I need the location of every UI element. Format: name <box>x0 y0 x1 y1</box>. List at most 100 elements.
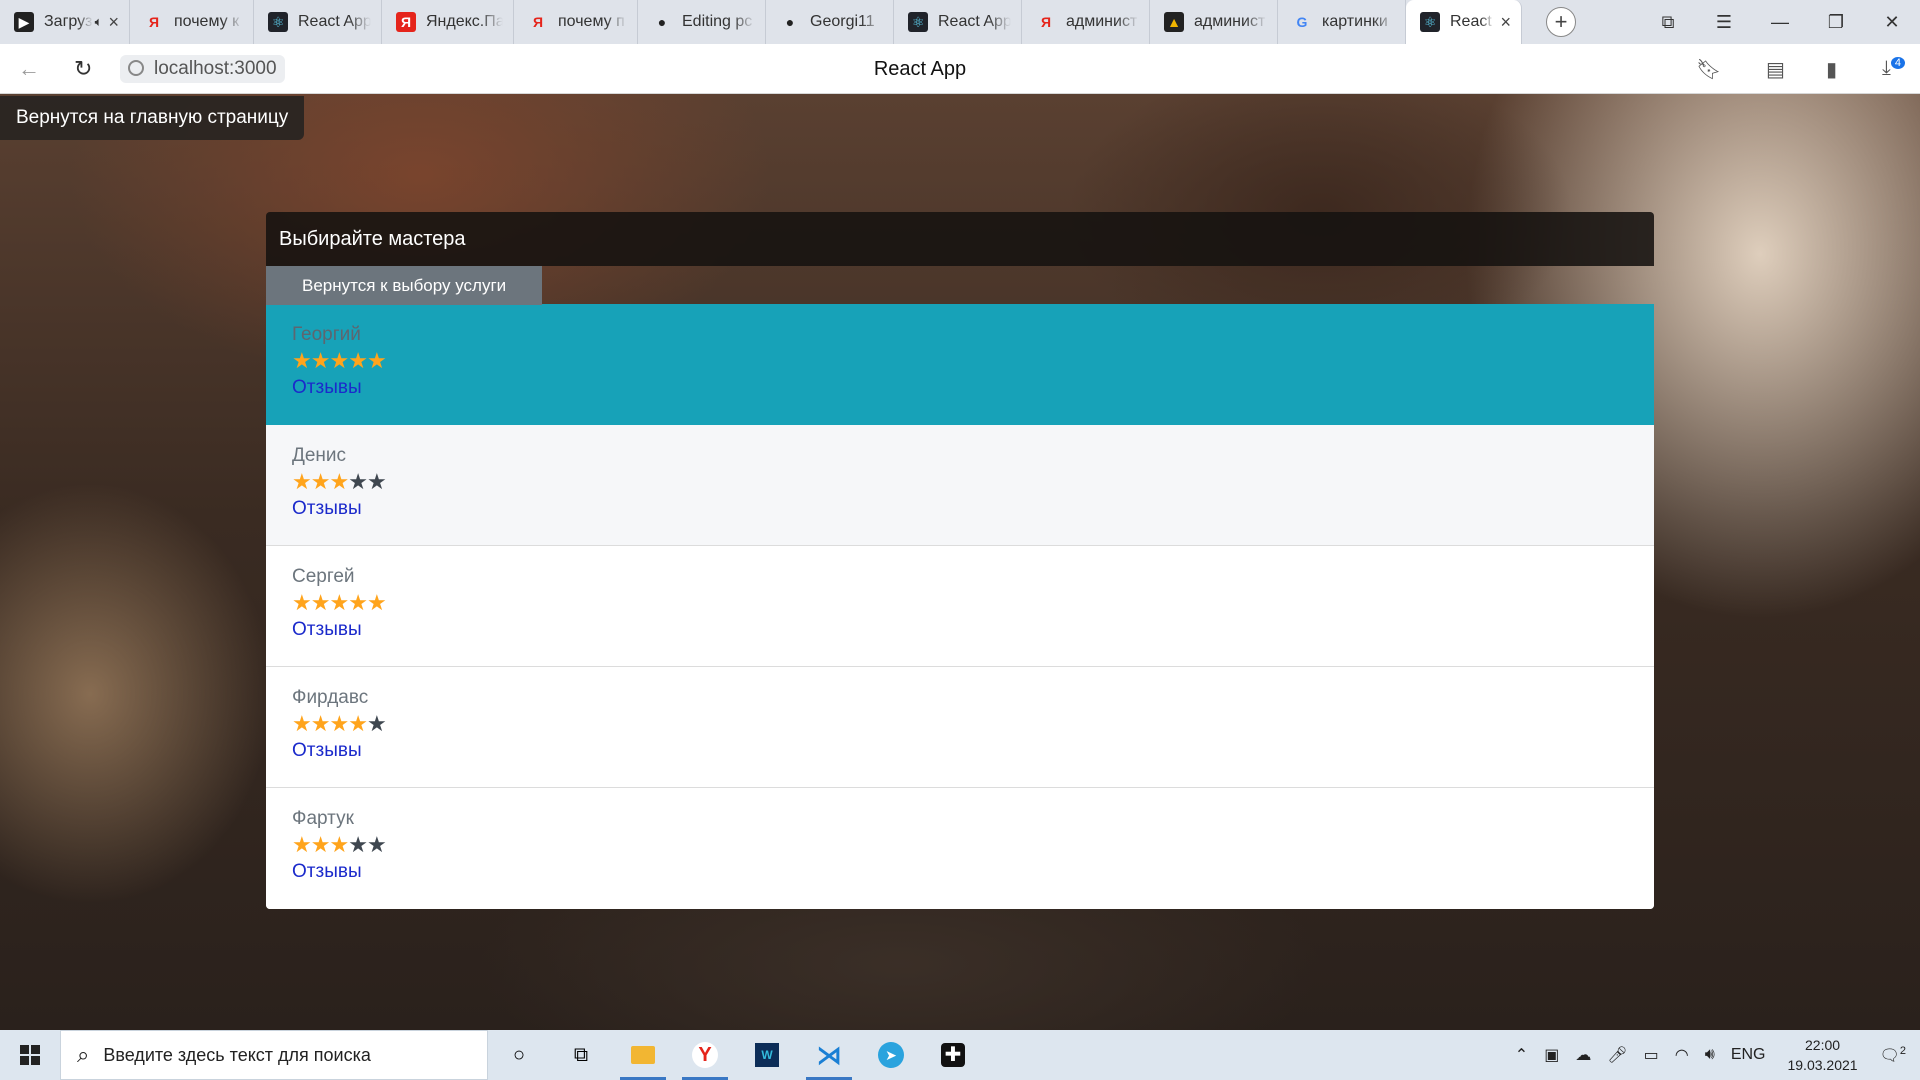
browser-tab[interactable]: ● Georgi11 <box>766 0 894 44</box>
bookmark-icon[interactable]: 🔖︎ <box>1696 57 1721 82</box>
reviews-link[interactable]: Отзывы <box>292 495 362 523</box>
star-filled-icon: ★ <box>310 590 331 615</box>
star-empty-icon: ★ <box>366 832 387 857</box>
close-tab-icon[interactable]: × <box>108 12 119 33</box>
back-home-button[interactable]: Вернутся на главную страницу <box>0 96 305 140</box>
star-filled-icon: ★ <box>310 348 331 373</box>
card-title: Выбирайте мастера <box>266 212 1654 266</box>
react-icon: ⚛ <box>1420 12 1440 32</box>
reviews-link[interactable]: Отзывы <box>292 374 362 402</box>
image-icon: ▲ <box>1164 12 1184 32</box>
master-card: Выбирайте мастера Вернутся к выбору услу… <box>266 212 1654 909</box>
new-tab-button[interactable]: + <box>1546 7 1576 37</box>
menu-icon[interactable]: ☰ <box>1696 0 1752 44</box>
reviews-link[interactable]: Отзывы <box>292 616 362 644</box>
start-button[interactable] <box>0 1030 60 1080</box>
close-tab-icon[interactable]: × <box>1500 12 1511 33</box>
rating-stars: ★★★★★ <box>292 711 1628 737</box>
meet-now-icon[interactable]: ▣ <box>1544 1045 1559 1065</box>
star-empty-icon: ★ <box>366 469 387 494</box>
clock[interactable]: 22:00 19.03.2021 <box>1787 1035 1857 1075</box>
star-filled-icon: ★ <box>329 469 349 494</box>
tab-title: Яндекс.Паспорт <box>426 13 503 30</box>
master-item[interactable]: Денис ★★★★★ Отзывы <box>266 425 1654 546</box>
extension-icon[interactable]: ▮ <box>1826 57 1837 82</box>
rating-stars: ★★★★★ <box>292 590 1628 616</box>
yandex-browser-icon[interactable]: Y <box>674 1030 736 1080</box>
notification-count: 2 <box>1899 1044 1906 1057</box>
star-filled-icon: ★ <box>366 348 387 373</box>
clock-date: 19.03.2021 <box>1787 1057 1858 1073</box>
clock-time: 22:00 <box>1805 1037 1841 1053</box>
taskbar-search[interactable]: ⌕ Введите здесь текст для поиска <box>60 1030 488 1080</box>
master-name: Фартук <box>292 808 354 829</box>
master-name: Сергей <box>292 566 355 587</box>
app-icon[interactable]: ✚ <box>922 1030 984 1080</box>
star-empty-icon: ★ <box>348 469 368 494</box>
tab-title: React App <box>298 13 371 30</box>
downloads-badge: 4 <box>1890 57 1905 70</box>
tab-title: React App <box>1450 13 1494 30</box>
browser-tab[interactable]: ⚛ React App <box>894 0 1022 44</box>
browser-tab[interactable]: ▶ Загрузка🔈︎ × <box>0 0 130 44</box>
github-icon: ● <box>785 14 795 30</box>
vscode-icon[interactable]: ⋊ <box>798 1030 860 1080</box>
tab-title: Georgi11 <box>810 13 875 30</box>
notifications-icon[interactable]: 🗨︎2 <box>1880 1045 1906 1065</box>
reviews-link[interactable]: Отзывы <box>292 737 362 765</box>
onedrive-icon[interactable]: ☁ <box>1575 1045 1591 1065</box>
browser-tab[interactable]: Япочему п <box>514 0 638 44</box>
tab-title: Загрузка <box>44 13 93 30</box>
google-icon: G <box>1296 14 1308 30</box>
star-filled-icon: ★ <box>348 590 368 615</box>
battery-icon[interactable]: ▭ <box>1644 1045 1659 1065</box>
master-item[interactable]: Сергей ★★★★★ Отзывы <box>266 546 1654 667</box>
system-tray: ⌃ ▣ ☁ 🎤︎ ▭ ◠ 🔊︎ ENG 22:00 19.03.2021 🗨︎2 <box>1507 1030 1920 1080</box>
master-item[interactable]: Фартук ★★★★★ Отзывы <box>266 788 1654 909</box>
tab-title: React App <box>938 13 1011 30</box>
yandex-icon: Я <box>1040 14 1052 30</box>
downloads-icon[interactable]: ⤓ 4 <box>1882 57 1905 80</box>
language-indicator[interactable]: ENG <box>1731 1046 1766 1064</box>
star-filled-icon: ★ <box>348 348 368 373</box>
address-bar: ← ↻ localhost:3000 React App 🔖︎ ▤ ▮ ⤓ 4 <box>0 44 1920 94</box>
page-content: Вернутся на главную страницу Выбирайте м… <box>0 94 1920 1030</box>
master-list: Георгий ★★★★★ Отзывы Денис ★★★★★ Отзывы Сергей… <box>266 304 1654 909</box>
webstorm-icon[interactable]: W <box>736 1030 798 1080</box>
minimize-button[interactable]: — <box>1752 0 1808 44</box>
volume-icon[interactable]: 🔊︎ <box>1705 1046 1715 1064</box>
browser-tab[interactable]: ⚛ React App <box>254 0 382 44</box>
browser-tab[interactable]: Я Яндекс.Паспорт <box>382 0 514 44</box>
tab-title: админист <box>1194 13 1266 30</box>
tab-title: почему п <box>558 13 625 30</box>
close-window-button[interactable]: ✕ <box>1864 0 1920 44</box>
search-placeholder: Введите здесь текст для поиска <box>103 1044 371 1065</box>
master-name: Георгий <box>292 324 361 345</box>
browser-tab[interactable]: Яадминист <box>1022 0 1150 44</box>
browser-tab[interactable]: ● Editing pc <box>638 0 766 44</box>
browser-tab[interactable]: Япочему к <box>130 0 254 44</box>
chevron-up-icon[interactable]: ⌃ <box>1515 1045 1528 1065</box>
microphone-icon[interactable]: 🎤︎ <box>1607 1045 1627 1065</box>
react-icon: ⚛ <box>908 12 928 32</box>
star-filled-icon: ★ <box>329 590 349 615</box>
back-to-services-button[interactable]: Вернутся к выбору услуги <box>266 266 543 305</box>
master-item[interactable]: Георгий ★★★★★ Отзывы <box>266 304 1654 425</box>
browser-tab[interactable]: Gкартинки <box>1278 0 1406 44</box>
wifi-icon[interactable]: ◠ <box>1675 1045 1689 1065</box>
master-item[interactable]: Фирдавс ★★★★★ Отзывы <box>266 667 1654 788</box>
collections-icon[interactable]: ▤ <box>1766 57 1785 82</box>
tabs-overview-icon[interactable]: ⧉ <box>1640 0 1696 44</box>
audio-icon[interactable]: 🔈︎ <box>95 14 103 30</box>
reviews-link[interactable]: Отзывы <box>292 858 362 886</box>
browser-tab[interactable]: ⚛ React App × <box>1406 0 1522 44</box>
telegram-icon[interactable]: ➤ <box>860 1030 922 1080</box>
rating-stars: ★★★★★ <box>292 832 1628 858</box>
cortana-icon[interactable]: ○ <box>488 1030 550 1080</box>
file-explorer-icon[interactable] <box>612 1030 674 1080</box>
task-view-icon[interactable]: ⧉ <box>550 1030 612 1080</box>
browser-tab[interactable]: ▲ админист <box>1150 0 1278 44</box>
window-controls: ⧉ ☰ — ❐ ✕ <box>1640 0 1920 44</box>
restore-button[interactable]: ❐ <box>1808 0 1864 44</box>
tab-title: картинки <box>1322 13 1388 30</box>
